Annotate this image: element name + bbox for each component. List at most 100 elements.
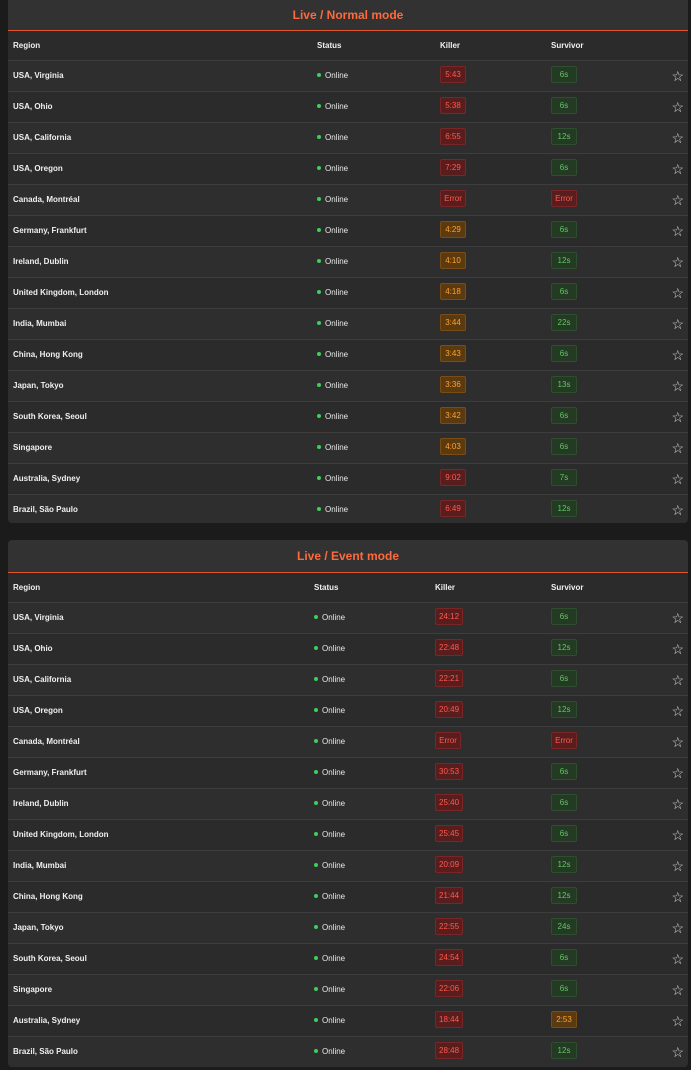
status-cell: Online [317,495,348,523]
table-row: China, Hong Kong Online 3:43 6s ☆ [8,339,688,370]
region-name: Canada, Montréal [13,195,80,204]
online-dot-icon [317,258,321,263]
survivor-queue-badge: 6s [551,407,577,425]
killer-queue-badge: 18:44 [435,1011,464,1029]
favorite-star-icon[interactable]: ☆ [671,371,684,401]
status-text: Online [322,954,346,963]
favorite-star-icon[interactable]: ☆ [671,464,684,494]
favorite-star-icon[interactable]: ☆ [671,402,684,432]
online-dot-icon [317,475,321,480]
online-dot-icon [314,862,318,867]
survivor-queue-badge: 6s [551,825,577,843]
online-dot-icon [314,831,318,836]
favorite-star-icon[interactable]: ☆ [671,758,684,788]
region-header: Region [13,583,41,592]
favorite-star-icon[interactable]: ☆ [671,1006,684,1036]
online-dot-icon [317,382,321,387]
status-text: Online [325,71,349,80]
online-dot-icon [317,351,321,356]
killer-queue-cell: 22:21 [435,665,464,695]
table-row: Ireland, Dublin Online 25:40 6s ☆ [8,788,688,819]
killer-queue-badge: 7:29 [440,159,466,177]
online-dot-icon [314,1048,318,1053]
favorite-star-icon[interactable]: ☆ [671,154,684,184]
favorite-star-icon[interactable]: ☆ [671,820,684,850]
online-dot-icon [314,738,318,743]
killer-queue-cell: 4:03 [440,433,466,463]
region-name: Singapore [13,985,53,994]
status-cell: Online [317,185,348,215]
region-name: USA, California [13,133,72,142]
survivor-queue-badge: 6s [551,221,577,239]
killer-queue-cell: 5:38 [440,92,466,122]
online-dot-icon [314,614,318,619]
favorite-star-icon[interactable]: ☆ [671,433,684,463]
status-text: Online [322,1016,346,1025]
killer-queue-cell: 28:48 [435,1037,464,1067]
favorite-star-icon[interactable]: ☆ [671,789,684,819]
favorite-star-icon[interactable]: ☆ [671,61,684,91]
status-text: Online [322,923,346,932]
survivor-queue-cell: 12s [551,495,577,523]
survivor-queue-badge: 12s [551,639,577,657]
favorite-star-icon[interactable]: ☆ [671,278,684,308]
online-dot-icon [317,289,321,294]
favorite-star-icon[interactable]: ☆ [671,975,684,1005]
killer-queue-badge: 3:36 [440,376,466,394]
favorite-star-icon[interactable]: ☆ [671,944,684,974]
favorite-star-icon[interactable]: ☆ [671,123,684,153]
favorite-star-icon[interactable]: ☆ [671,1037,684,1067]
region-name: USA, Oregon [13,706,63,715]
status-cell: Online [317,123,348,153]
favorite-star-icon[interactable]: ☆ [671,216,684,246]
favorite-star-icon[interactable]: ☆ [671,634,684,664]
status-cell: Online [314,696,345,726]
status-text: Online [325,412,349,421]
favorite-star-icon[interactable]: ☆ [671,696,684,726]
favorite-star-icon[interactable]: ☆ [671,309,684,339]
table-row: Singapore Online 22:06 6s ☆ [8,974,688,1005]
status-text: Online [325,102,349,111]
killer-queue-badge: 3:43 [440,345,466,363]
region-name: Australia, Sydney [13,474,81,483]
status-text: Online [322,799,346,808]
table-row: Brazil, São Paulo Online 6:49 12s ☆ [8,494,688,523]
killer-queue-badge: 4:03 [440,438,466,456]
status-cell: Online [314,727,345,757]
favorite-star-icon[interactable]: ☆ [671,603,684,633]
killer-queue-badge: 25:45 [435,825,464,843]
table-row: South Korea, Seoul Online 3:42 6s ☆ [8,401,688,432]
killer-queue-badge: 4:29 [440,221,466,239]
online-dot-icon [317,320,321,325]
survivor-queue-cell: 6s [551,92,577,122]
survivor-header: Survivor [551,583,584,592]
favorite-star-icon[interactable]: ☆ [671,851,684,881]
favorite-star-icon[interactable]: ☆ [671,882,684,912]
favorite-star-icon[interactable]: ☆ [671,727,684,757]
killer-queue-cell: 22:48 [435,634,464,664]
favorite-star-icon[interactable]: ☆ [671,185,684,215]
status-cell: Online [314,882,345,912]
survivor-queue-badge: 6s [551,608,577,626]
killer-queue-cell: 25:40 [435,789,464,819]
favorite-star-icon[interactable]: ☆ [671,247,684,277]
survivor-queue-badge: 6s [551,980,577,998]
survivor-queue-cell: 6s [551,433,577,463]
region-name: Japan, Tokyo [13,381,64,390]
killer-queue-cell: 9:02 [440,464,466,494]
table-row: USA, Virginia Online 5:43 6s ☆ [8,60,688,91]
survivor-queue-badge: 13s [551,376,577,394]
killer-queue-cell: 3:43 [440,340,466,370]
online-dot-icon [314,893,318,898]
favorite-star-icon[interactable]: ☆ [671,913,684,943]
table-row: Germany, Frankfurt Online 4:29 6s ☆ [8,215,688,246]
region-name: China, Hong Kong [13,350,83,359]
status-cell: Online [317,92,348,122]
favorite-star-icon[interactable]: ☆ [671,495,684,523]
favorite-star-icon[interactable]: ☆ [671,665,684,695]
table-header: Region Status Killer Survivor [8,573,688,602]
killer-queue-cell: 18:44 [435,1006,464,1036]
favorite-star-icon[interactable]: ☆ [671,92,684,122]
killer-queue-cell: 20:49 [435,696,464,726]
favorite-star-icon[interactable]: ☆ [671,340,684,370]
